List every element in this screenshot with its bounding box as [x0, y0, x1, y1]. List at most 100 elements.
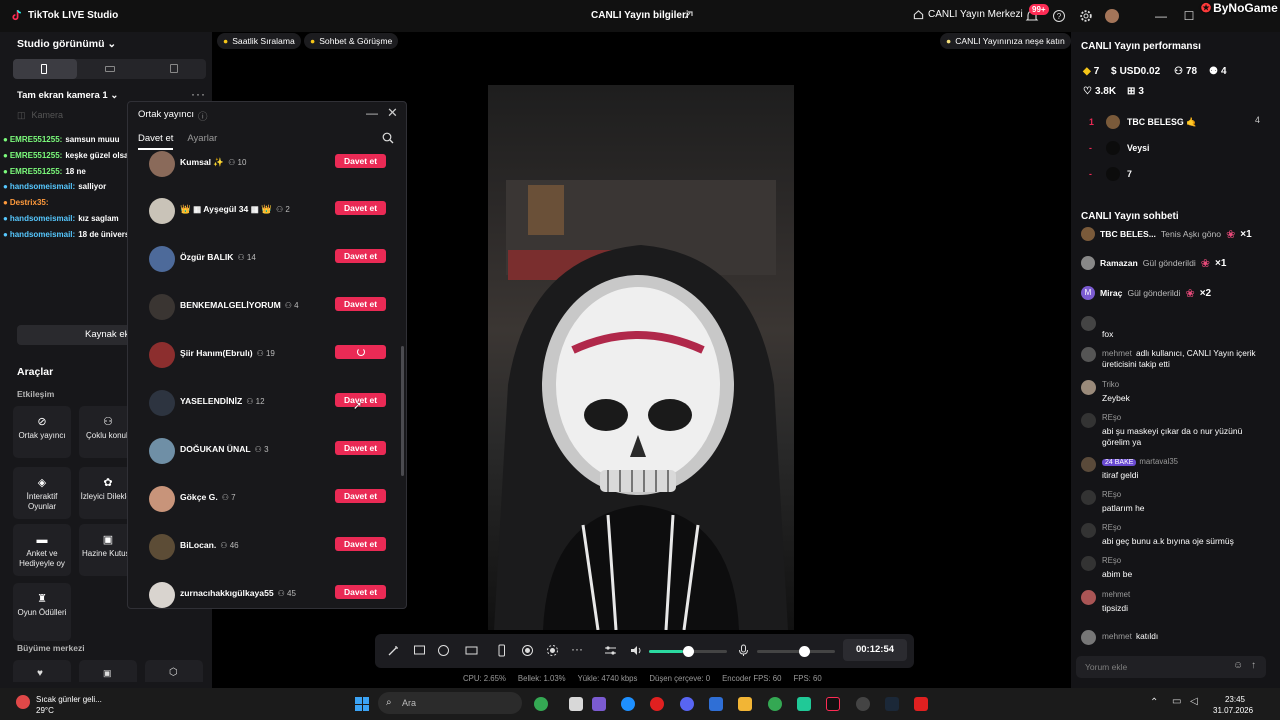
- volume-slider[interactable]: [649, 646, 727, 657]
- guest-count-value: 10: [237, 158, 247, 167]
- chrome-icon-2[interactable]: [768, 697, 782, 711]
- fun-tip-chip[interactable]: ● CANLI Yayınınıza neşe katın: [940, 33, 1071, 49]
- capture-icon[interactable]: [465, 644, 478, 657]
- file-icon[interactable]: [569, 697, 583, 711]
- invite-button[interactable]: Davet et: [335, 537, 386, 551]
- chat-user-line: REşo: [1102, 523, 1121, 532]
- invite-button[interactable]: [335, 345, 386, 359]
- close-icon[interactable]: ✕: [387, 105, 398, 121]
- mic-knob[interactable]: [799, 646, 811, 657]
- more-options-button[interactable]: ···: [191, 87, 206, 101]
- portrait-button[interactable]: [13, 59, 78, 79]
- opera-icon[interactable]: [650, 697, 664, 711]
- user-icon: ⚇: [275, 205, 286, 214]
- taskbar-search[interactable]: ⌕ Ara: [378, 692, 522, 714]
- ranking-row[interactable]: -7: [1089, 167, 1132, 181]
- avatar: [149, 582, 175, 608]
- growth-tool-2[interactable]: ▣: [79, 660, 137, 682]
- phone-icon[interactable]: [495, 644, 508, 657]
- avatar[interactable]: [1105, 9, 1119, 23]
- rank-number: -: [1089, 169, 1092, 179]
- microphone-icon[interactable]: [737, 644, 750, 657]
- minimize-button[interactable]: —: [1154, 9, 1168, 23]
- taskbar-clock[interactable]: 23:45 31.07.2026: [1213, 694, 1253, 716]
- taskbar-search-placeholder: Ara: [402, 698, 417, 708]
- help-icon[interactable]: ?: [1052, 9, 1066, 23]
- invite-button[interactable]: Davet et: [335, 441, 386, 455]
- volume-knob[interactable]: [683, 646, 695, 657]
- chat-icon: ●: [310, 36, 316, 46]
- network-icon[interactable]: ▭: [1172, 696, 1181, 707]
- gift-icon: ▣: [103, 668, 112, 678]
- diamond-icon: ◆: [1083, 66, 1091, 77]
- tool-link[interactable]: ⊘ Ortak yayıncı: [13, 406, 71, 458]
- record-icon[interactable]: [521, 644, 534, 657]
- live-info-title[interactable]: CANLI Yayın bilgileri: [591, 10, 689, 21]
- invite-button[interactable]: Davet et: [335, 201, 386, 215]
- invite-button[interactable]: Davet et: [335, 154, 386, 168]
- tool-trophy[interactable]: ♜ Oyun Ödülleri: [13, 583, 71, 641]
- folder-icon[interactable]: [738, 697, 752, 711]
- overlay-chat-text: kız saglam: [78, 213, 119, 223]
- ranking-row[interactable]: - Veysi: [1089, 141, 1150, 155]
- help-icon[interactable]: ⓘ: [198, 109, 208, 123]
- windows-start-icon[interactable]: [355, 697, 369, 711]
- chevron-up-icon[interactable]: ⌃: [1150, 697, 1158, 708]
- growth-tool-1[interactable]: ♥: [13, 660, 71, 682]
- guest-count-value: 3: [264, 444, 269, 454]
- discord-icon[interactable]: [680, 697, 694, 711]
- mic-slider[interactable]: [757, 646, 835, 657]
- speaker-icon[interactable]: [630, 644, 643, 657]
- more-icon[interactable]: ···: [571, 643, 584, 657]
- ranking-row[interactable]: 1 TBC BELESG 🤙: [1089, 115, 1197, 129]
- multi-layout-button[interactable]: [142, 59, 206, 79]
- scrollbar[interactable]: [401, 346, 404, 476]
- chat-meet-chip[interactable]: ● Sohbet & Görüşme: [304, 33, 399, 49]
- growth-tool-3[interactable]: ⬡: [145, 660, 203, 682]
- send-icon[interactable]: ↑: [1251, 660, 1256, 671]
- studio-view-selector[interactable]: Studio görünümü ⌄: [17, 38, 116, 50]
- comment-input[interactable]: Yorum ekle ☺ ↑: [1076, 656, 1266, 678]
- speaker-icon[interactable]: ◁: [1190, 696, 1198, 707]
- camera-scene-selector[interactable]: Tam ekran kamera 1 ⌄: [17, 90, 118, 101]
- screen-add-icon[interactable]: [413, 644, 426, 657]
- app-icon-2[interactable]: [856, 697, 870, 711]
- invite-button[interactable]: Davet et: [335, 249, 386, 263]
- chat-text: fox: [1102, 329, 1114, 339]
- tool-gamepad[interactable]: ◈ İnteraktif Oyunlar: [13, 467, 71, 519]
- gear-icon[interactable]: [1079, 9, 1093, 23]
- app-icon[interactable]: [797, 697, 811, 711]
- chat-user-line: REşo: [1102, 556, 1121, 565]
- steam-icon[interactable]: [885, 697, 899, 711]
- live-center-link[interactable]: CANLI Yayın Merkezi: [913, 9, 1023, 20]
- hourly-ranking-chip[interactable]: ● Saatlik Sıralama: [217, 33, 301, 49]
- volume-fill: [649, 650, 684, 653]
- maximize-button[interactable]: ☐: [1182, 9, 1196, 23]
- effects-icon[interactable]: [437, 644, 450, 657]
- invite-button[interactable]: Davet et: [335, 585, 386, 599]
- landscape-button[interactable]: [77, 59, 141, 79]
- chrome-icon[interactable]: [534, 697, 548, 711]
- magic-wand-icon[interactable]: [387, 644, 400, 657]
- viewers-stat: ⚇ 78: [1174, 66, 1197, 77]
- share-icon[interactable]: [683, 9, 695, 21]
- youtube-icon[interactable]: [914, 697, 928, 711]
- weather-widget[interactable]: Sıcak günler geli... 29°C: [36, 694, 102, 716]
- minimize-button[interactable]: —: [366, 106, 378, 120]
- sliders-icon[interactable]: [604, 644, 617, 657]
- mail-icon[interactable]: [709, 697, 723, 711]
- gift-message: Gül gönderildi: [1127, 288, 1181, 298]
- camera-source-label: Kamera: [31, 110, 64, 120]
- gift-row: TBC BELES... Tenis Aşkı göno ❀ ×1: [1081, 227, 1252, 241]
- camera-source-item[interactable]: ◫ Kamera: [17, 110, 63, 121]
- teams-icon[interactable]: [592, 697, 606, 711]
- invite-button[interactable]: Davet et: [335, 297, 386, 311]
- guest-follower-count: ⚇ 10: [228, 158, 246, 167]
- edge-icon[interactable]: [621, 697, 635, 711]
- emoji-icon[interactable]: ☺: [1233, 660, 1243, 671]
- live-indicator-icon[interactable]: [546, 644, 559, 657]
- tiktok-live-studio-icon[interactable]: [826, 697, 840, 711]
- tool-poll[interactable]: ▬ Anket ve Hediyeyle oy: [13, 524, 71, 576]
- chat-message: REşo patlarım he: [1081, 490, 1261, 520]
- invite-button[interactable]: Davet et: [335, 489, 386, 503]
